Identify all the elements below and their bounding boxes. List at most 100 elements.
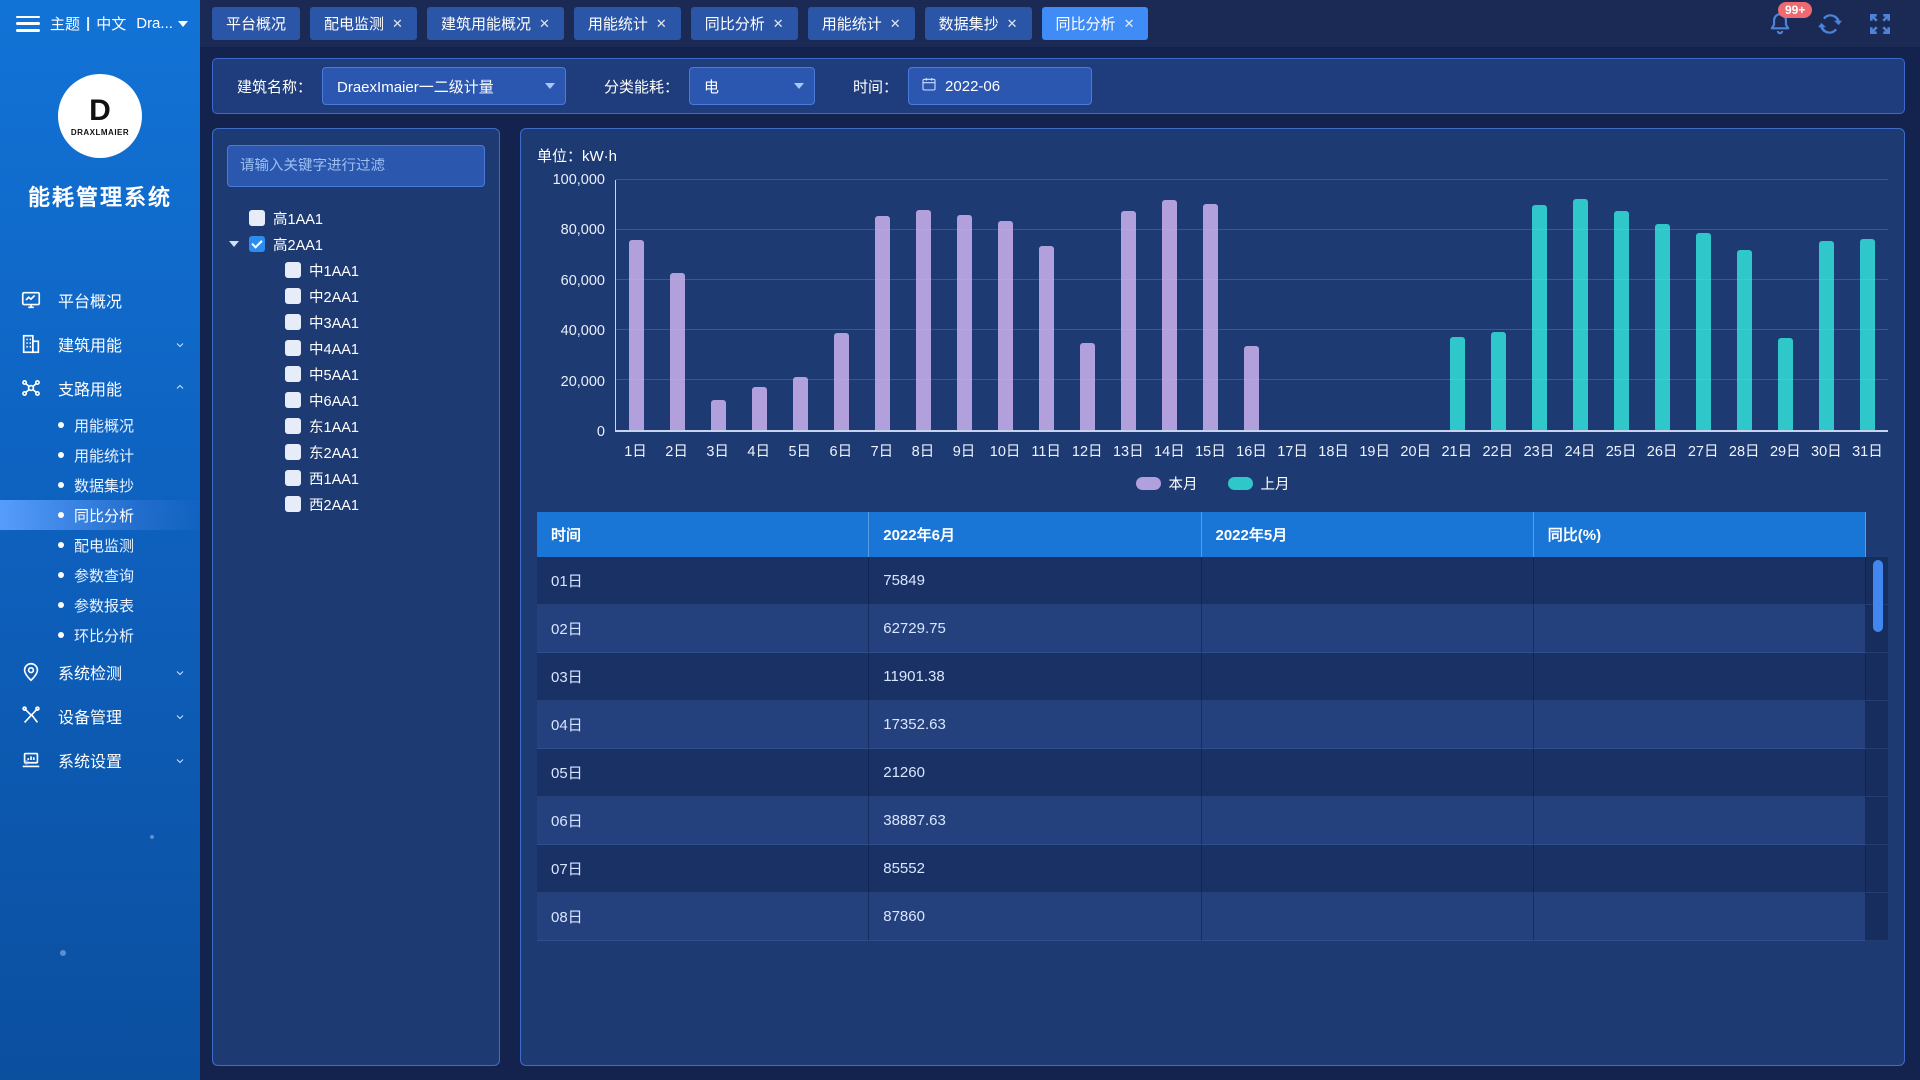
- tree-node[interactable]: 中4AA1: [227, 335, 485, 361]
- bar-上月[interactable]: [1819, 241, 1834, 430]
- bar-本月[interactable]: [1244, 346, 1259, 430]
- tree-node[interactable]: 西2AA1: [227, 491, 485, 517]
- bar-上月[interactable]: [1450, 337, 1465, 430]
- tab[interactable]: 建筑用能概况 ✕: [427, 7, 564, 40]
- tree-checkbox[interactable]: [285, 340, 301, 356]
- bar-本月[interactable]: [1203, 204, 1218, 430]
- sidebar-submenu-item[interactable]: 数据集抄: [0, 470, 200, 500]
- bar-上月[interactable]: [1655, 224, 1670, 430]
- tree-node[interactable]: 中6AA1: [227, 387, 485, 413]
- tab-close-icon[interactable]: ✕: [1124, 16, 1135, 32]
- theme-toggle[interactable]: 主题: [50, 13, 80, 34]
- tree-checkbox[interactable]: [285, 496, 301, 512]
- tree-checkbox[interactable]: [249, 236, 265, 252]
- tab[interactable]: 数据集抄 ✕: [925, 7, 1032, 40]
- tab-close-icon[interactable]: ✕: [773, 16, 784, 32]
- user-dropdown[interactable]: Dra...: [136, 15, 188, 32]
- tab[interactable]: 用能统计 ✕: [574, 7, 681, 40]
- bar-上月[interactable]: [1860, 239, 1875, 430]
- language-toggle[interactable]: 中文: [96, 13, 126, 34]
- tab-close-icon[interactable]: ✕: [1007, 16, 1018, 32]
- tree-node[interactable]: 中3AA1: [227, 309, 485, 335]
- table-row[interactable]: 05日21260: [537, 749, 1888, 797]
- tab[interactable]: 同比分析 ✕: [691, 7, 798, 40]
- bar-上月[interactable]: [1573, 199, 1588, 430]
- tree-node[interactable]: 高2AA1: [227, 231, 485, 257]
- table-row[interactable]: 03日11901.38: [537, 653, 1888, 701]
- sidebar-submenu-item[interactable]: 环比分析: [0, 620, 200, 650]
- fullscreen-icon[interactable]: [1866, 10, 1894, 38]
- bar-本月[interactable]: [957, 215, 972, 430]
- bar-本月[interactable]: [1162, 200, 1177, 430]
- notifications-bell-icon[interactable]: 99+: [1766, 10, 1794, 38]
- tab[interactable]: 用能统计 ✕: [808, 7, 915, 40]
- tab-close-icon[interactable]: ✕: [890, 16, 901, 32]
- refresh-icon[interactable]: [1816, 10, 1844, 38]
- bar-本月[interactable]: [875, 216, 890, 430]
- tree-node[interactable]: 中5AA1: [227, 361, 485, 387]
- tab-close-icon[interactable]: ✕: [539, 16, 550, 32]
- bar-本月[interactable]: [793, 377, 808, 430]
- tree-checkbox[interactable]: [285, 366, 301, 382]
- bar-上月[interactable]: [1614, 211, 1629, 430]
- tab-close-icon[interactable]: ✕: [392, 16, 403, 32]
- bar-本月[interactable]: [1121, 211, 1136, 431]
- bar-本月[interactable]: [629, 240, 644, 430]
- bar-本月[interactable]: [711, 400, 726, 430]
- tree-checkbox[interactable]: [285, 288, 301, 304]
- sidebar-submenu-item[interactable]: 参数报表: [0, 590, 200, 620]
- table-scrollbar-thumb[interactable]: [1873, 560, 1883, 632]
- tree-node[interactable]: 东1AA1: [227, 413, 485, 439]
- energy-type-select[interactable]: 电: [689, 67, 815, 105]
- sidebar-menu-item[interactable]: 建筑用能: [0, 322, 200, 366]
- sidebar-menu-item[interactable]: 设备管理: [0, 694, 200, 738]
- sidebar-submenu-item[interactable]: 用能概况: [0, 410, 200, 440]
- table-row[interactable]: 04日17352.63: [537, 701, 1888, 749]
- tab[interactable]: 配电监测 ✕: [310, 7, 417, 40]
- bar-本月[interactable]: [1039, 246, 1054, 431]
- sidebar-submenu-item[interactable]: 配电监测: [0, 530, 200, 560]
- bar-上月[interactable]: [1696, 233, 1711, 431]
- tree-expand-caret-icon[interactable]: [229, 241, 239, 247]
- tab-close-icon[interactable]: ✕: [656, 16, 667, 32]
- tree-checkbox[interactable]: [285, 418, 301, 434]
- sidebar-submenu-item[interactable]: 用能统计: [0, 440, 200, 470]
- legend-item[interactable]: 本月: [1136, 473, 1198, 494]
- sidebar-menu-item[interactable]: 支路用能: [0, 366, 200, 410]
- tree-search-input[interactable]: [240, 158, 472, 174]
- hamburger-menu-icon[interactable]: [16, 16, 40, 32]
- bar-上月[interactable]: [1532, 205, 1547, 430]
- bar-上月[interactable]: [1737, 250, 1752, 430]
- bar-本月[interactable]: [670, 273, 685, 430]
- tree-checkbox[interactable]: [285, 262, 301, 278]
- sidebar-menu-item[interactable]: 系统设置: [0, 738, 200, 782]
- table-row[interactable]: 01日75849: [537, 557, 1888, 605]
- tab[interactable]: 平台概况: [212, 7, 300, 40]
- bar-本月[interactable]: [834, 333, 849, 430]
- tree-node[interactable]: 高1AA1: [227, 205, 485, 231]
- tree-checkbox[interactable]: [285, 392, 301, 408]
- sidebar-menu-item[interactable]: 平台概况: [0, 278, 200, 322]
- building-select[interactable]: DraexImaier一二级计量: [322, 67, 566, 105]
- tree-node[interactable]: 中1AA1: [227, 257, 485, 283]
- bar-上月[interactable]: [1491, 332, 1506, 430]
- table-row[interactable]: 08日87860: [537, 893, 1888, 941]
- sidebar-menu-item[interactable]: 系统检测: [0, 650, 200, 694]
- tree-checkbox[interactable]: [285, 444, 301, 460]
- bar-本月[interactable]: [1080, 343, 1095, 430]
- legend-item[interactable]: 上月: [1228, 473, 1290, 494]
- sidebar-submenu-item[interactable]: 同比分析: [0, 500, 200, 530]
- table-row[interactable]: 02日62729.75: [537, 605, 1888, 653]
- tree-node[interactable]: 中2AA1: [227, 283, 485, 309]
- tree-checkbox[interactable]: [285, 470, 301, 486]
- bar-本月[interactable]: [998, 221, 1013, 430]
- tree-node[interactable]: 西1AA1: [227, 465, 485, 491]
- tab[interactable]: 同比分析 ✕: [1042, 7, 1149, 40]
- bar-本月[interactable]: [916, 210, 931, 430]
- tree-checkbox[interactable]: [285, 314, 301, 330]
- tree-checkbox[interactable]: [249, 210, 265, 226]
- sidebar-submenu-item[interactable]: 参数查询: [0, 560, 200, 590]
- tree-node[interactable]: 东2AA1: [227, 439, 485, 465]
- table-row[interactable]: 06日38887.63: [537, 797, 1888, 845]
- month-picker-input[interactable]: 2022-06: [908, 67, 1092, 105]
